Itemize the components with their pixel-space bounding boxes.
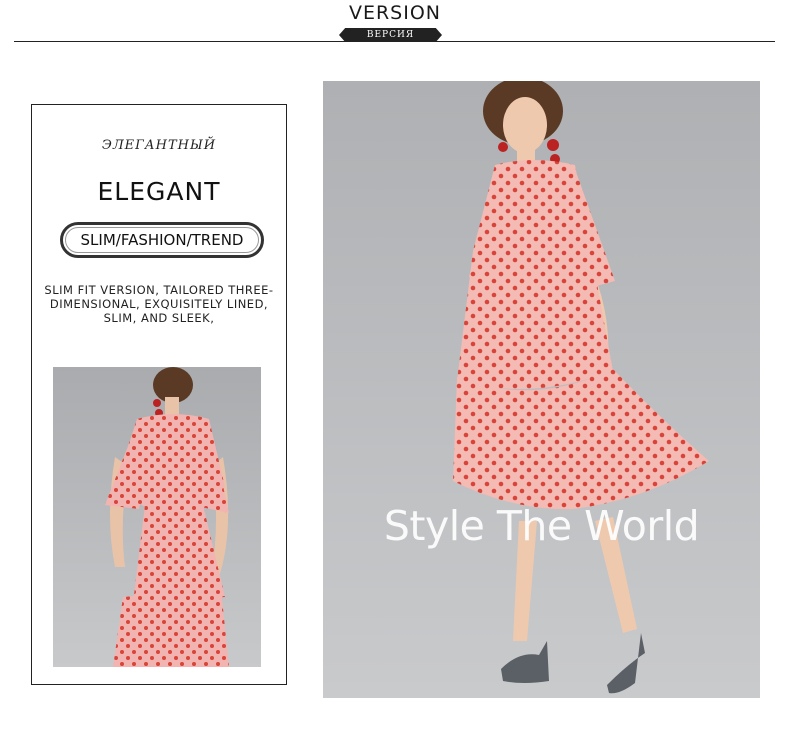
photo-watermark: Style The World: [383, 502, 700, 550]
dress-back-illustration: [53, 367, 261, 667]
dress-front-view-photo: Style The World: [323, 81, 760, 698]
feature-panel: ЭЛЕГАНТНЫЙ ELEGANT SLIM/FASHION/TREND SL…: [31, 104, 287, 685]
section-tag: ВЕРСИЯ: [339, 28, 442, 42]
panel-description: SLIM FIT VERSION, TAILORED THREE- DIMENS…: [44, 283, 274, 325]
dress-front-illustration: [323, 81, 760, 698]
section-title: VERSION: [348, 2, 442, 24]
panel-title: ELEGANT: [97, 177, 221, 206]
style-pill-badge: SLIM/FASHION/TREND: [60, 222, 264, 258]
dress-back-view-photo: [53, 367, 261, 667]
panel-subtitle: ЭЛЕГАНТНЫЙ: [101, 138, 217, 153]
